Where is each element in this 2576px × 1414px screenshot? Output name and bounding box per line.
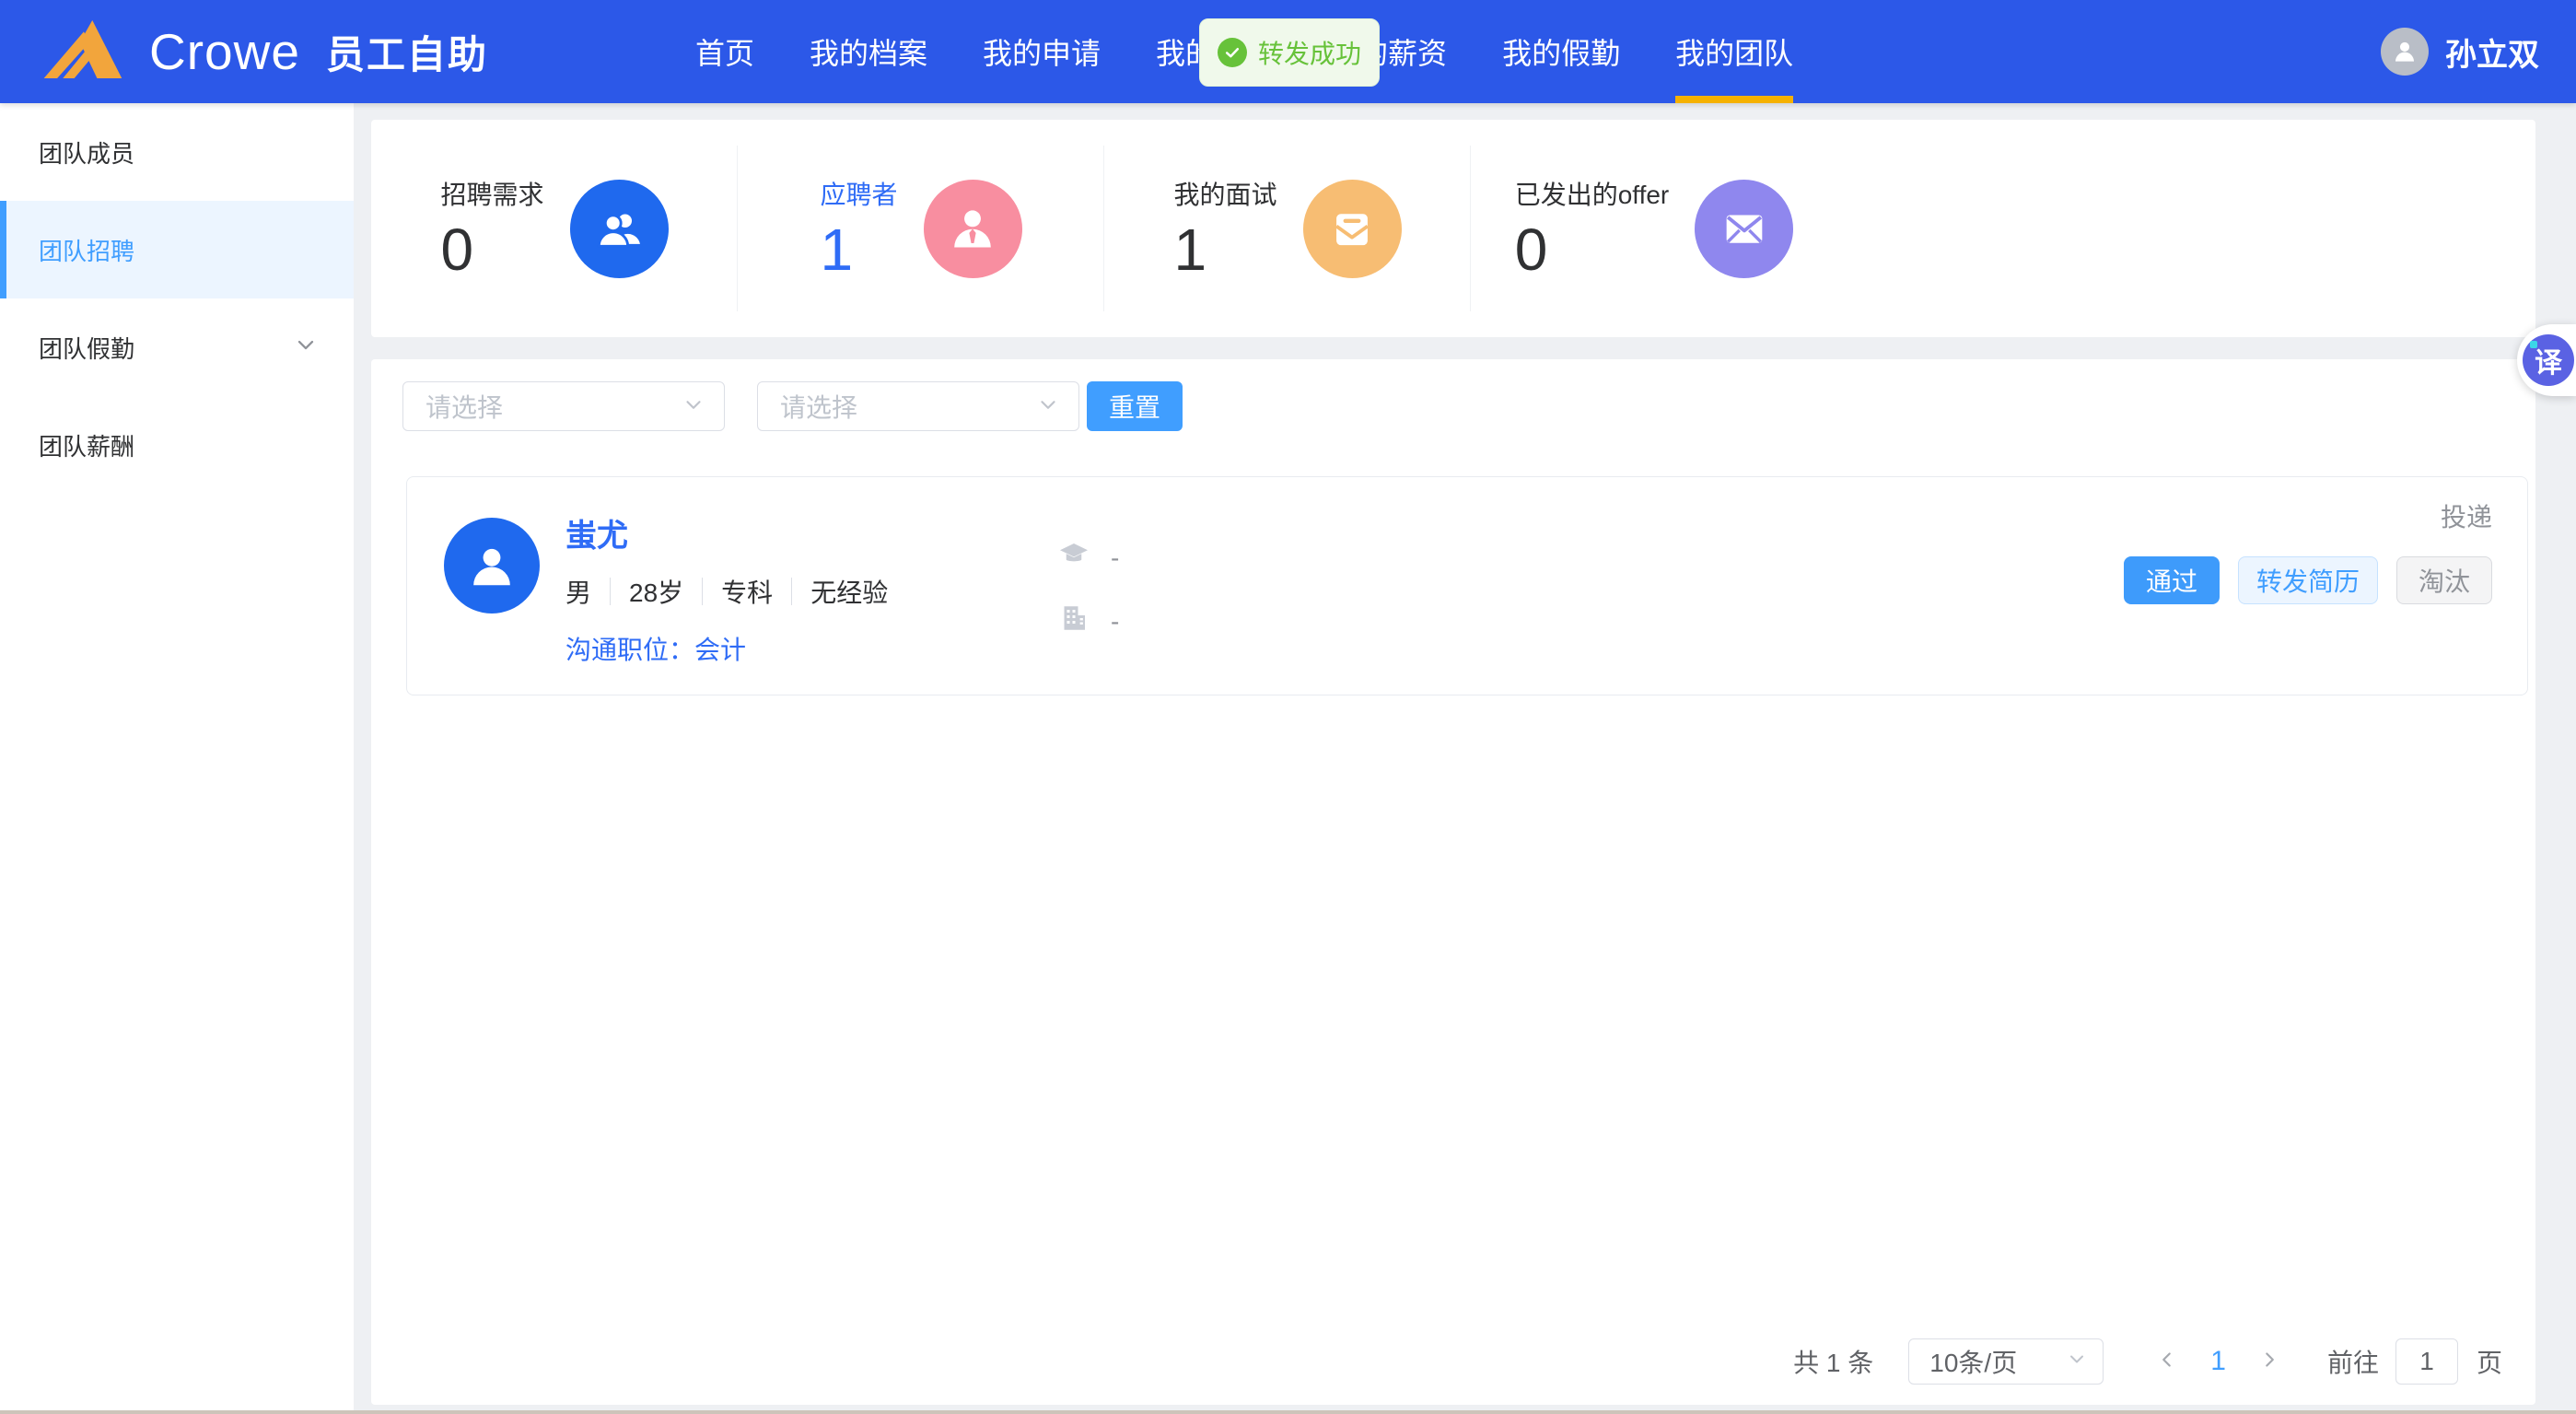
sidebar: 团队成员 团队招聘 团队假勤 团队薪酬 [0, 103, 354, 1410]
brand-logo[interactable]: Crowe 员工自助 [41, 0, 488, 103]
candidate-name[interactable]: 蚩尤 [565, 510, 628, 555]
candidate-education: 专科 [721, 573, 773, 610]
filter-select-2[interactable]: 请选择 [757, 381, 1079, 431]
reset-button[interactable]: 重置 [1087, 381, 1183, 431]
candidate-card: 蚩尤 男 28岁 专科 无经验 沟通职位：会计 [406, 476, 2528, 695]
product-title: 员工自助 [326, 24, 488, 80]
stat-value: 0 [1515, 219, 1670, 281]
nav-item-my-profile[interactable]: 我的档案 [810, 0, 927, 103]
chevron-left-icon[interactable] [2150, 1345, 2185, 1379]
translate-icon: 译 [2523, 334, 2574, 386]
nav-item-my-team[interactable]: 我的团队 [1675, 0, 1793, 103]
recruiting-list-panel: 请选择 请选择 重置 蚩尤 [371, 359, 2535, 1405]
stat-card-recruiting-demand[interactable]: 招聘需求 0 [371, 120, 738, 337]
page-size-value: 10条/页 [1929, 1343, 2017, 1380]
pagination-total: 共 1 条 [1793, 1343, 1873, 1380]
sidebar-item-team-salary[interactable]: 团队薪酬 [0, 396, 354, 494]
chevron-down-icon [1036, 392, 1060, 421]
select-placeholder: 请选择 [425, 388, 503, 425]
user-avatar-icon [2381, 28, 2429, 76]
filter-select-1[interactable]: 请选择 [402, 381, 725, 431]
candidate-stage-badge: 投递 [2441, 497, 2492, 534]
nav-item-my-applications[interactable]: 我的申请 [983, 0, 1101, 103]
candidate-experience: 无经验 [810, 573, 888, 610]
reject-button[interactable]: 淘汰 [2396, 556, 2492, 604]
sidebar-item-label: 团队薪酬 [39, 428, 134, 462]
sidebar-item-label: 团队成员 [39, 135, 134, 169]
stat-card-my-interviews[interactable]: 我的面试 1 [1104, 120, 1471, 337]
goto-label: 前往 [2327, 1343, 2379, 1380]
chevron-down-icon [293, 332, 319, 364]
forward-resume-button[interactable]: 转发简历 [2238, 556, 2378, 604]
stat-label: 应聘者 [820, 175, 897, 212]
app-root: Crowe 员工自助 首页 我的档案 我的申请 我的 我的薪资 我的假勤 我的团… [0, 0, 2576, 1414]
brand-name: Crowe [149, 22, 300, 81]
filter-bar: 请选择 请选择 重置 [402, 381, 1183, 431]
education-value: - [1111, 543, 1119, 573]
stat-value: 1 [1173, 219, 1276, 281]
candidate-position-line: 沟通职位：会计 [565, 630, 746, 667]
candidate-attributes: 男 28岁 专科 无经验 [565, 573, 888, 610]
chevron-down-icon [682, 392, 705, 421]
page-number-1[interactable]: 1 [2210, 1346, 2226, 1377]
stat-label: 招聘需求 [440, 175, 543, 212]
stat-label: 已发出的offer [1515, 175, 1670, 212]
mail-icon [1695, 180, 1793, 278]
chevron-right-icon[interactable] [2252, 1345, 2287, 1379]
page-size-select[interactable]: 10条/页 [1908, 1338, 2104, 1385]
candidate-avatar-icon [444, 518, 540, 614]
candidate-actions: 通过 转发简历 淘汰 [2124, 556, 2492, 604]
stat-label: 我的面试 [1173, 175, 1276, 212]
sidebar-item-team-attendance[interactable]: 团队假勤 [0, 298, 354, 396]
mail-open-icon [1303, 180, 1402, 278]
candidate-age: 28岁 [629, 573, 683, 610]
recruiting-stats-panel: 招聘需求 0 应聘者 1 [371, 120, 2535, 337]
select-placeholder: 请选择 [780, 388, 857, 425]
sidebar-item-team-members[interactable]: 团队成员 [0, 103, 354, 201]
stat-value: 1 [820, 219, 897, 281]
success-check-icon [1218, 38, 1247, 67]
page-bottom-edge [0, 1410, 2576, 1414]
pagination: 共 1 条 10条/页 1 前往 页 [1793, 1338, 2502, 1385]
pass-button[interactable]: 通过 [2124, 556, 2220, 604]
sidebar-item-label: 团队假勤 [39, 331, 134, 365]
company-value: - [1111, 607, 1119, 637]
stat-value: 0 [440, 219, 543, 281]
divider [702, 578, 703, 605]
people-icon [570, 180, 669, 278]
divider [791, 578, 792, 605]
graduation-cap-icon [1057, 538, 1090, 578]
toast-message: 转发成功 [1258, 34, 1361, 71]
user-name: 孙立双 [2445, 29, 2539, 75]
chevron-down-icon [2066, 1347, 2088, 1376]
building-icon [1057, 602, 1090, 641]
success-toast: 转发成功 [1199, 18, 1380, 87]
goto-page-input[interactable] [2395, 1338, 2458, 1385]
nav-item-home[interactable]: 首页 [695, 0, 754, 103]
sidebar-item-team-recruiting[interactable]: 团队招聘 [0, 201, 354, 298]
nav-item-my-attendance[interactable]: 我的假勤 [1502, 0, 1620, 103]
user-menu[interactable]: 孙立双 [2381, 0, 2539, 103]
stat-card-offers-sent[interactable]: 已发出的offer 0 [1471, 120, 1837, 337]
sidebar-item-label: 团队招聘 [39, 233, 134, 267]
candidate-icon [924, 180, 1022, 278]
divider [610, 578, 611, 605]
stat-card-applicants[interactable]: 应聘者 1 [738, 120, 1104, 337]
candidate-gender: 男 [565, 573, 591, 610]
page-unit-label: 页 [2477, 1343, 2502, 1380]
candidate-meta: - [1057, 538, 1119, 641]
crowe-mountain-icon [41, 19, 129, 85]
